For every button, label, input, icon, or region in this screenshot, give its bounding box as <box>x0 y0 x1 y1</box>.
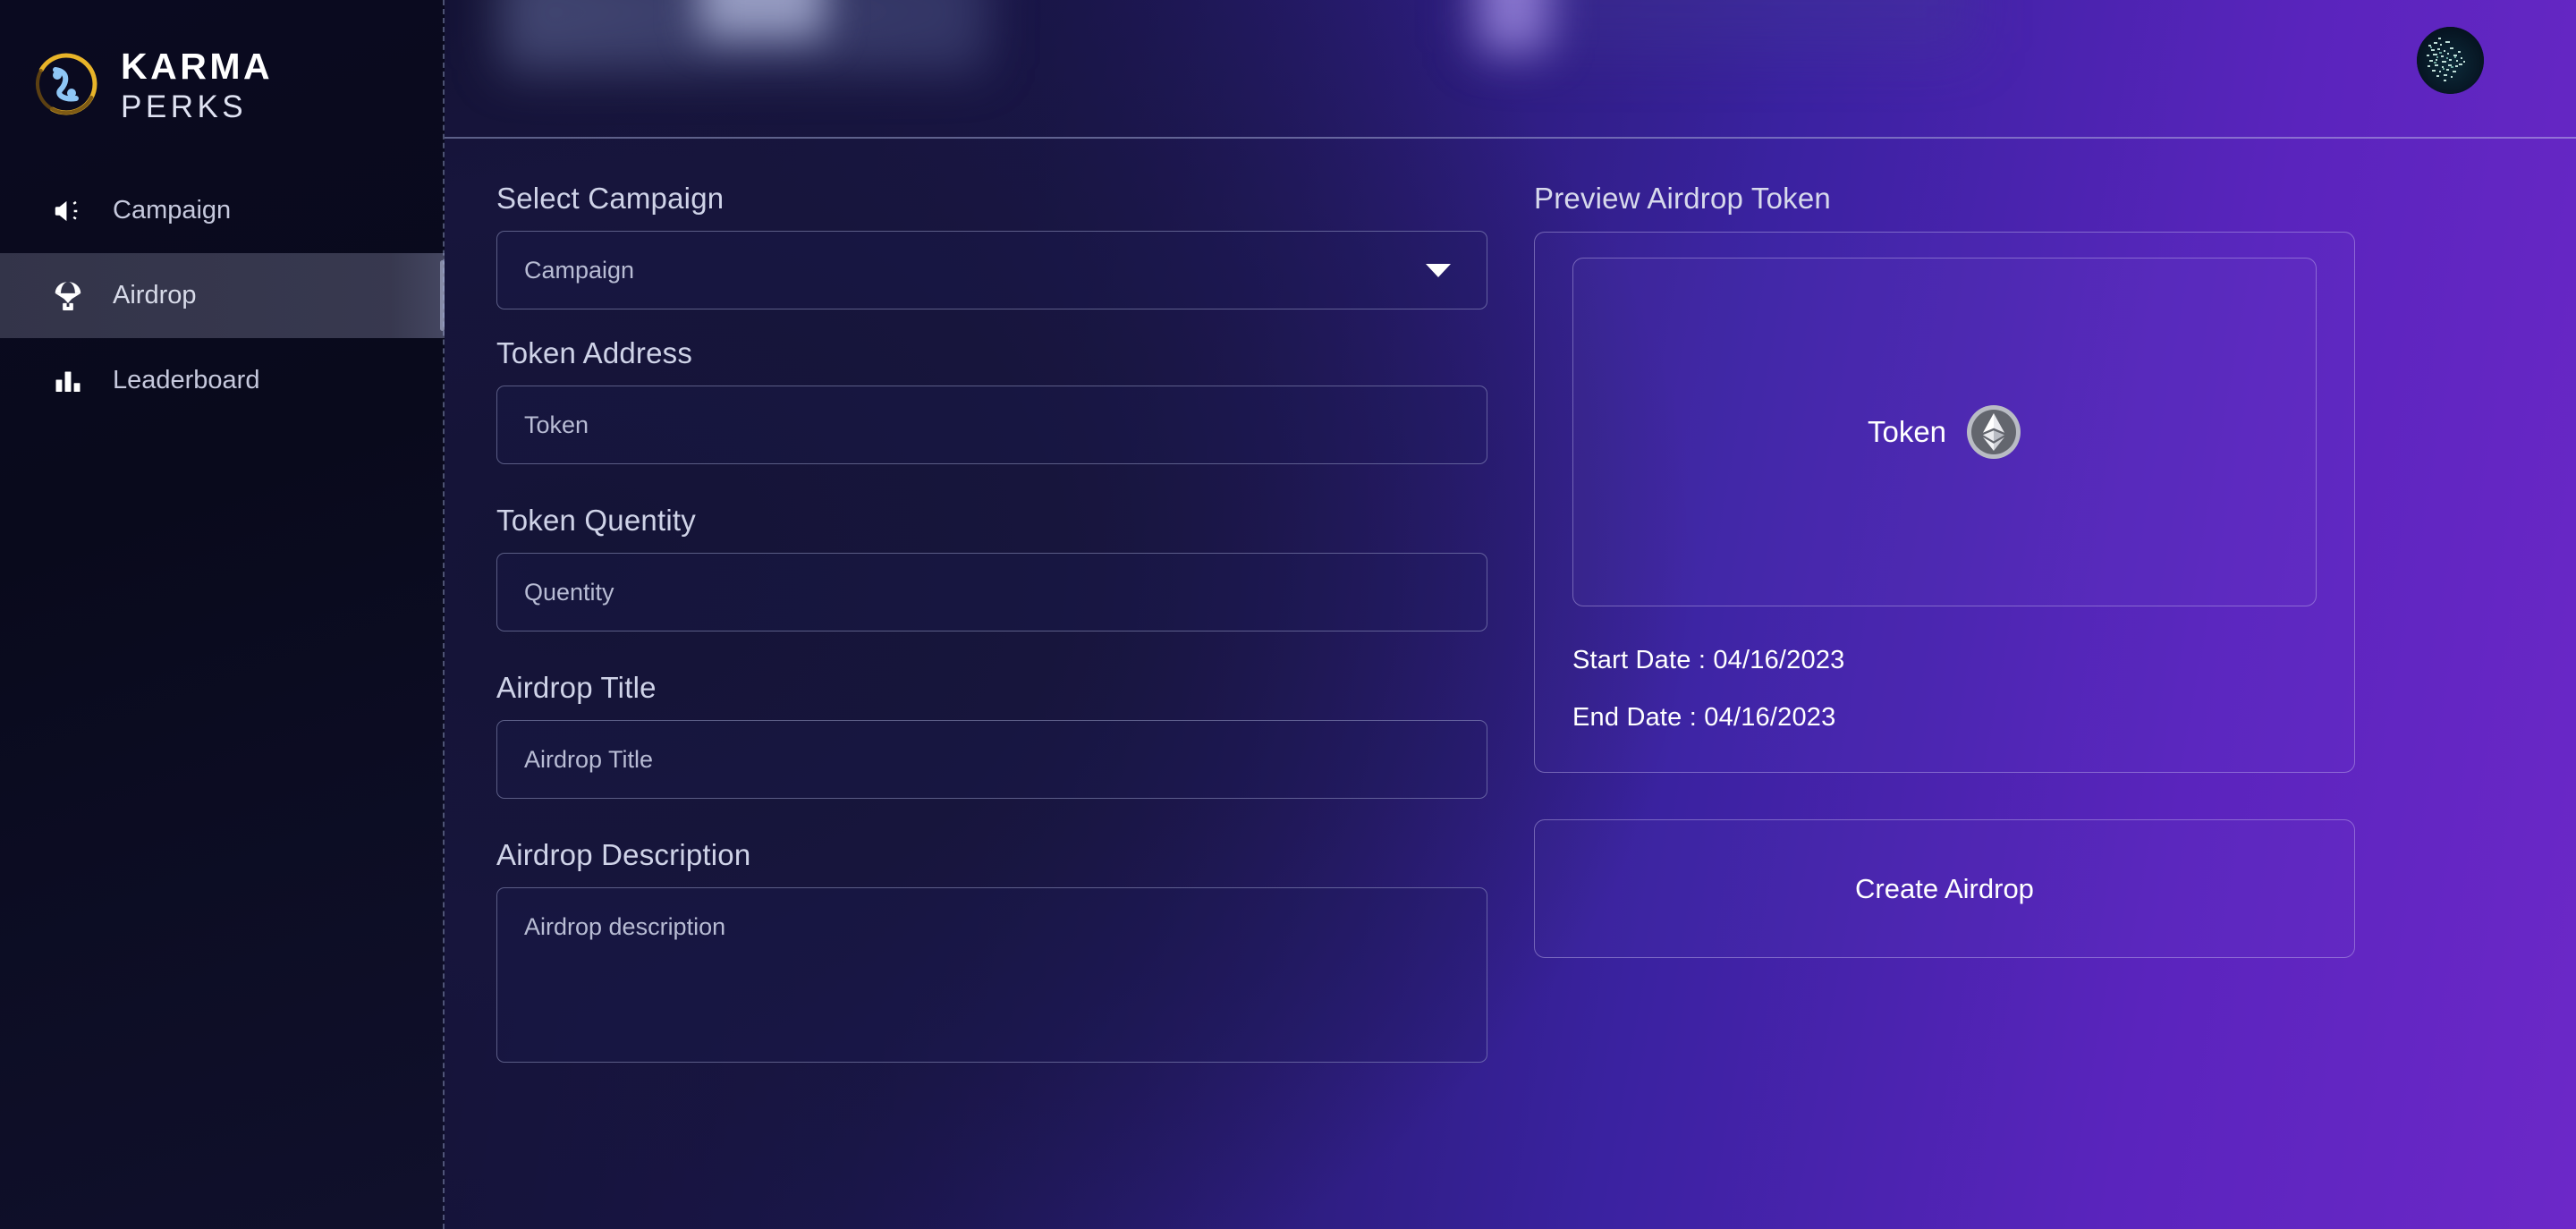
brand-title: KARMA <box>121 45 274 87</box>
token-address-placeholder: Token <box>524 411 589 438</box>
topbar <box>445 0 2576 139</box>
content-area: Select Campaign Campaign Token Address T… <box>445 139 2576 1229</box>
sidebar-item-label: Airdrop <box>113 281 197 309</box>
token-address-label: Token Address <box>496 336 693 369</box>
topbar-blur-highlight <box>699 0 825 38</box>
start-date: Start Date : 04/16/2023 <box>1572 646 1845 674</box>
brand-subtitle: PERKS <box>121 89 248 124</box>
sidebar-item-label: Campaign <box>113 196 232 225</box>
airdrop-description-placeholder: Airdrop description <box>524 913 726 940</box>
sidebar-item-leaderboard[interactable]: Leaderboard <box>0 338 445 423</box>
token-address-input[interactable]: Token <box>496 386 1487 464</box>
sidebar-item-airdrop[interactable]: Airdrop <box>0 253 445 338</box>
airdrop-title-placeholder: Airdrop Title <box>524 745 654 773</box>
main-content: Select Campaign Campaign Token Address T… <box>445 0 2576 1229</box>
create-airdrop-button[interactable]: Create Airdrop <box>1534 819 2355 958</box>
select-campaign-label: Select Campaign <box>496 182 724 215</box>
sidebar-divider <box>443 0 445 1229</box>
sidebar-nav: Campaign Airdrop Leaderboard <box>0 168 445 423</box>
user-avatar-noise-icon <box>2417 27 2484 94</box>
airdrop-description-textarea[interactable]: Airdrop description <box>496 887 1487 1063</box>
chevron-down-icon <box>1426 263 1451 277</box>
sidebar: KARMA PERKS Campaign Airdrop Leaderboard <box>0 0 445 1229</box>
token-quantity-label: Token Quentity <box>496 504 696 537</box>
megaphone-icon <box>49 192 87 230</box>
end-date: End Date : 04/16/2023 <box>1572 703 1836 732</box>
token-quantity-placeholder: Quentity <box>524 578 614 606</box>
brand-logo[interactable]: KARMA PERKS <box>0 0 445 134</box>
parachute-icon <box>49 277 87 315</box>
karma-yinyang-logo-icon <box>34 52 98 116</box>
airdrop-form: Select Campaign Campaign Token Address T… <box>445 139 1491 1229</box>
airdrop-title-input[interactable]: Airdrop Title <box>496 720 1487 799</box>
app-root: KARMA PERKS Campaign Airdrop Leaderboard… <box>0 0 2576 1229</box>
select-campaign-value: Campaign <box>524 256 635 284</box>
airdrop-description-label: Airdrop Description <box>496 838 751 871</box>
airdrop-title-label: Airdrop Title <box>496 671 657 704</box>
token-preview-box: Token <box>1572 258 2317 606</box>
preview-title: Preview Airdrop Token <box>1534 182 1831 215</box>
avatar[interactable] <box>2417 27 2484 94</box>
token-quantity-input[interactable]: Quentity <box>496 553 1487 631</box>
sidebar-item-campaign[interactable]: Campaign <box>0 168 445 253</box>
sidebar-item-label: Leaderboard <box>113 366 260 394</box>
preview-panel: Preview Airdrop Token Token Start Date:… <box>1491 139 2576 1229</box>
preview-card: Token Start Date: 04/16/2023 End Date:… <box>1534 232 2355 773</box>
token-preview-label: Token <box>1867 415 1947 448</box>
topbar-blur-accent <box>1478 0 1549 52</box>
ethereum-coin-icon <box>1966 404 2021 460</box>
bar-chart-icon <box>49 362 87 400</box>
select-campaign-dropdown[interactable]: Campaign <box>496 231 1487 309</box>
